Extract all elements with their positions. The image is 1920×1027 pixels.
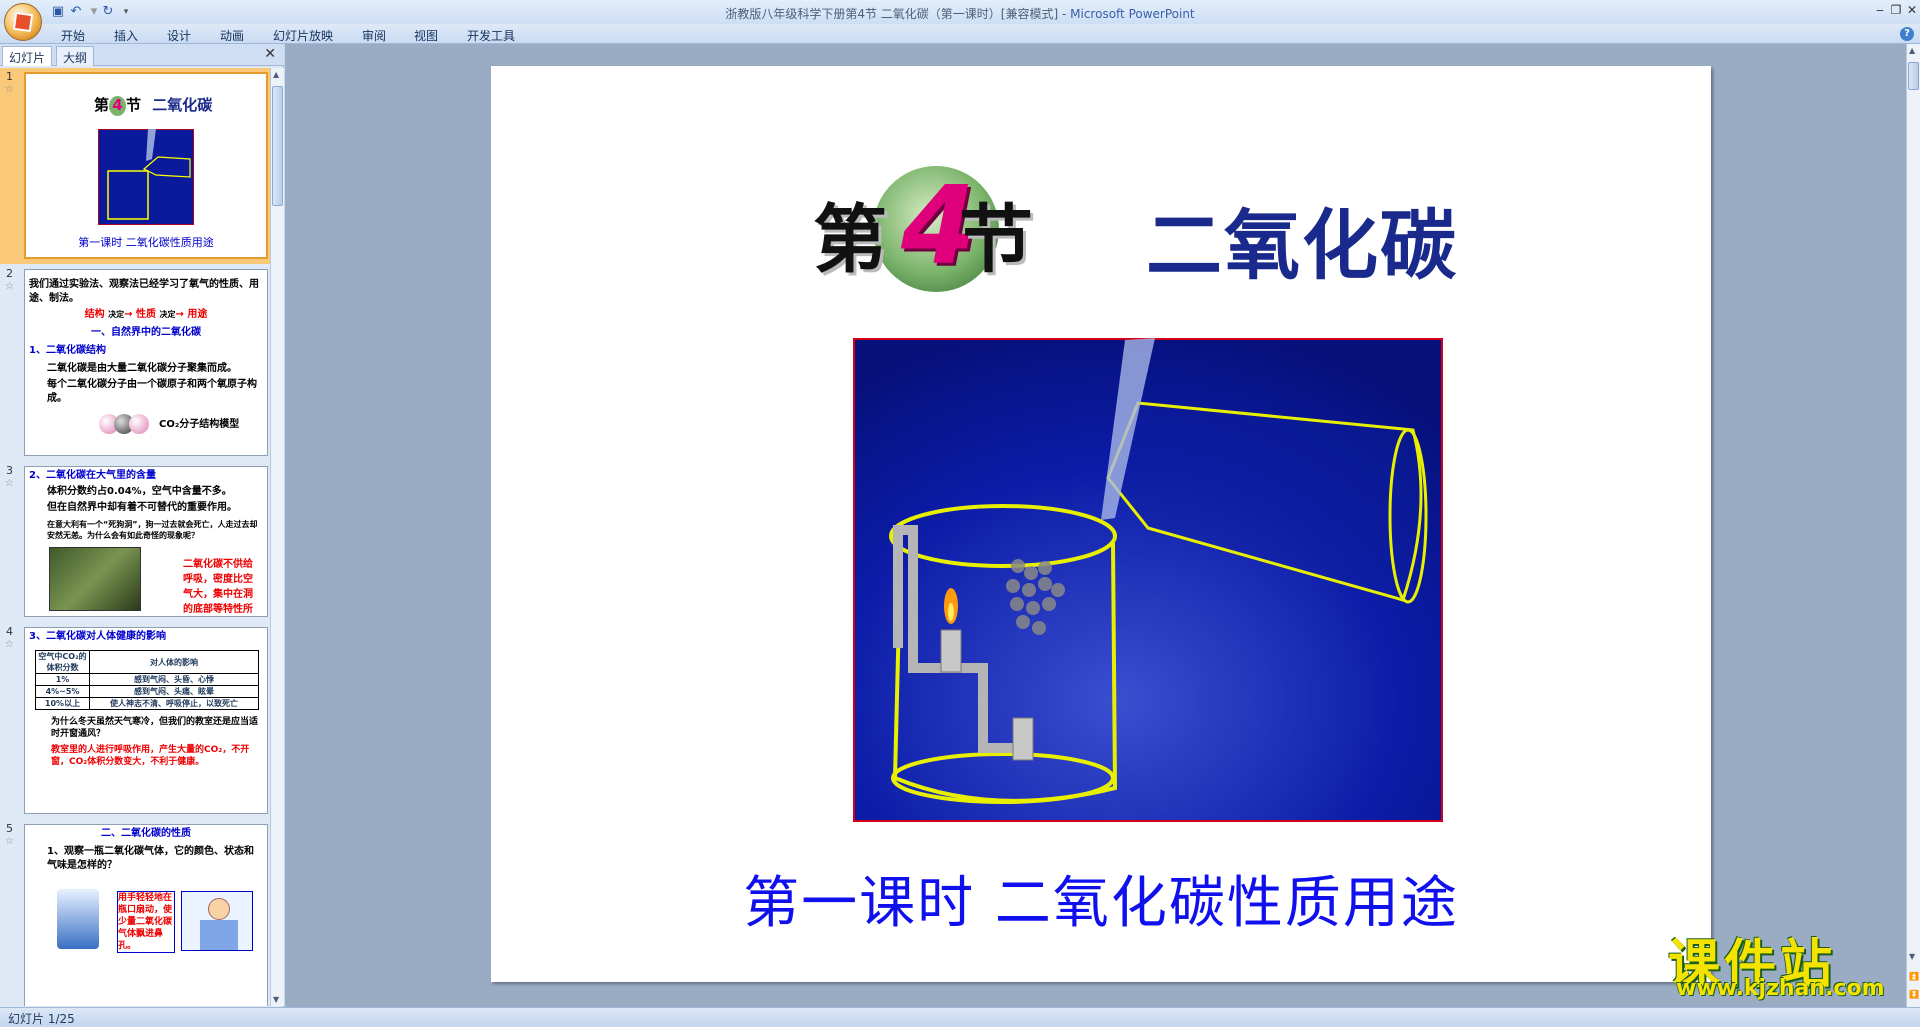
heading-prefix: 第 <box>813 197 887 283</box>
restore-icon[interactable]: ❐ <box>1888 3 1904 17</box>
minimize-icon[interactable]: ‒ <box>1872 3 1888 17</box>
slide-thumb-canvas: 二、二氧化碳的性质 1、观察一瓶二氧化碳气体，它的颜色、状态和气味是怎样的？ 用… <box>24 824 268 1006</box>
tab-insert[interactable]: 插入 <box>114 27 138 44</box>
thumb-answer: 二氧化碳不供给呼吸，密度比空气大，集中在洞的底部等特性所造成 <box>183 559 253 615</box>
thumb-sub: 2、二氧化碳在大气里的含量 <box>29 470 156 481</box>
title-bar: ▣ ↶ ▾ ↻ ▾ 浙教版八年级科学下册第4节 二氧化碳（第一课时）[兼容模式]… <box>0 0 1920 41</box>
help-icon[interactable]: ? <box>1900 27 1914 41</box>
transition-star-icon: ☆ <box>5 281 14 292</box>
slide-thumb-canvas: 第4节 二氧化碳 第一课时 二氧化碳性质用途 <box>24 72 268 259</box>
thumbnail-list: 1 ☆ 第4节 二氧化碳 第一课时 二氧化碳性质用途 2 ☆ 我们通过实验法、观… <box>0 68 270 1006</box>
scroll-up-icon[interactable]: ▲ <box>273 70 279 79</box>
slide-title: 二氧化碳 <box>1146 201 1458 290</box>
slide-thumb-2[interactable]: 2 ☆ 我们通过实验法、观察法已经学习了氧气的性质、用途、制法。 结构 决定→ … <box>0 265 270 461</box>
site-watermark: 课件站 www.kjzhan.com <box>1668 922 1908 1002</box>
heading-suffix: 节 <box>959 197 1033 283</box>
thumb-question: 在意大利有一个“死狗洞”，狗一过去就会死亡，人走过去却安然无恙。为什么会有如此奇… <box>47 520 258 540</box>
scroll-up-icon[interactable]: ▲ <box>1909 46 1915 55</box>
co2-model-image <box>99 414 149 434</box>
panel-scrollbar[interactable]: ▲ ▼ <box>270 68 284 1006</box>
close-panel-icon[interactable]: ✕ <box>264 46 276 62</box>
person-smelling-image <box>181 891 253 951</box>
tab-view[interactable]: 视图 <box>414 27 438 44</box>
watermark-url: www.kjzhan.com <box>1676 976 1885 1001</box>
slide-thumb-1[interactable]: 1 ☆ 第4节 二氧化碳 第一课时 二氧化碳性质用途 <box>0 68 270 264</box>
scroll-down-icon[interactable]: ▼ <box>273 995 279 1004</box>
thumb-sub: 3、二氧化碳对人体健康的影响 <box>29 631 166 642</box>
gas-jar-image <box>57 889 99 949</box>
transition-star-icon: ☆ <box>5 84 14 95</box>
window-title: 浙教版八年级科学下册第4节 二氧化碳（第一课时）[兼容模式] - Microso… <box>725 7 1195 21</box>
slide-number: 2 <box>6 267 13 280</box>
editor-scroll-thumb[interactable] <box>1908 62 1919 90</box>
thumb-section: 一、自然界中的二氧化碳 <box>91 327 201 338</box>
slide-canvas[interactable]: 第 4 节 二氧化碳 第一课时 二氧化碳性质用途 <box>491 66 1711 982</box>
slide-editor: 第 4 节 二氧化碳 第一课时 二氧化碳性质用途 <box>285 44 1906 1007</box>
thumb-section: 二、二氧化碳的性质 <box>101 828 191 839</box>
tab-design[interactable]: 设计 <box>167 27 191 44</box>
thumb-answer: 教室里的人进行呼吸作用，产生大量的CO₂，不开窗，CO₂体积分数变大，不利于健康… <box>51 745 250 767</box>
tab-outline[interactable]: 大纲 <box>56 46 95 66</box>
editor-scrollbar[interactable]: ▲ ▼ ⏫ ⏬ <box>1906 44 1920 1007</box>
thumb-question: 为什么冬天虽然天气寒冷，但我们的教室还是应当适时开窗通风？ <box>51 717 259 739</box>
tab-developer[interactable]: 开发工具 <box>467 27 515 44</box>
thumb-model-label: CO₂分子结构模型 <box>159 419 240 430</box>
thumb-text: 我们通过实验法、观察法已经学习了氧气的性质、用途、制法。 <box>29 279 259 304</box>
tab-animations[interactable]: 动画 <box>220 27 244 44</box>
transition-star-icon: ☆ <box>5 639 14 650</box>
slide-thumb-canvas: 2、二氧化碳在大气里的含量 体积分数约占0.04%，空气中含量不多。 但在自然界… <box>24 466 268 617</box>
slide-thumb-5[interactable]: 5 ☆ 二、二氧化碳的性质 1、观察一瓶二氧化碳气体，它的颜色、状态和气味是怎样… <box>0 820 270 1006</box>
tab-home[interactable]: 开始 <box>61 27 85 44</box>
office-logo-icon <box>12 11 34 33</box>
slide-thumb-canvas: 3、二氧化碳对人体健康的影响 空气中CO₂的体积分数 对人体的影响 1% 感到气闷、… <box>24 627 268 814</box>
panel-scroll-thumb[interactable] <box>272 86 283 206</box>
beaker-experiment-image <box>853 338 1443 822</box>
slide-heading-badge: 第 4 节 <box>811 164 1041 292</box>
tab-slides[interactable]: 幻灯片 <box>2 46 53 66</box>
thumb-question: 1、观察一瓶二氧化碳气体，它的颜色、状态和气味是怎样的？ <box>47 846 254 871</box>
thumb-heading: 第4节 二氧化碳 <box>94 96 213 116</box>
slide-number: 4 <box>6 625 13 638</box>
next-slide-icon[interactable]: ⏬ <box>1909 990 1919 999</box>
thumb-beaker-image <box>98 129 194 225</box>
slide-thumb-4[interactable]: 4 ☆ 3、二氧化碳对人体健康的影响 空气中CO₂的体积分数 对人体的影响 1% 感… <box>0 623 270 819</box>
slide-counter: 幻灯片 1/25 <box>8 1012 75 1026</box>
office-button[interactable] <box>4 3 42 41</box>
tab-slideshow[interactable]: 幻灯片放映 <box>273 27 333 44</box>
status-bar: 幻灯片 1/25 <box>0 1007 1920 1026</box>
thumb-sub: 1、二氧化碳结构 <box>29 345 106 356</box>
thumb-chain: 结构 决定→ 性质 决定→ 用途 <box>84 309 208 320</box>
cave-photo-image <box>49 547 141 611</box>
thumb-tip: 用手轻轻地在瓶口扇动，使少量二氧化碳气体飘进鼻孔。 <box>117 891 175 953</box>
slide-number: 1 <box>6 70 13 83</box>
slides-panel: 幻灯片 大纲 ✕ 1 ☆ 第4节 二氧化碳 第一课时 二氧化碳性质用途 2 ☆ … <box>0 44 284 1007</box>
thumb-text: 每个二氧化碳分子由一个碳原子和两个氧原子构成。 <box>47 379 257 404</box>
scroll-down-icon[interactable]: ▼ <box>1909 952 1915 961</box>
tab-review[interactable]: 审阅 <box>362 27 386 44</box>
thumb-text: 但在自然界中却有着不可替代的重要作用。 <box>47 502 237 513</box>
slide-thumb-canvas: 我们通过实验法、观察法已经学习了氧气的性质、用途、制法。 结构 决定→ 性质 决… <box>24 269 268 456</box>
transition-star-icon: ☆ <box>5 478 14 489</box>
slide-number: 5 <box>6 822 13 835</box>
previous-slide-icon[interactable]: ⏫ <box>1909 972 1919 981</box>
thumb-text: 体积分数约占0.04%，空气中含量不多。 <box>47 486 232 497</box>
slide-subtitle: 第一课时 二氧化碳性质用途 <box>743 871 1459 936</box>
slide-number: 3 <box>6 464 13 477</box>
transition-star-icon: ☆ <box>5 836 14 847</box>
thumb-caption: 第一课时 二氧化碳性质用途 <box>78 236 214 249</box>
thumb-table: 空气中CO₂的体积分数 对人体的影响 1% 感到气闷、头昏、心悸 4%~5% 感到气闷… <box>35 650 259 710</box>
close-icon[interactable]: ✕ <box>1904 3 1920 17</box>
panel-tabs: 幻灯片 大纲 ✕ <box>0 44 284 66</box>
thumb-text: 二氧化碳是由大量二氧化碳分子聚集而成。 <box>47 363 237 374</box>
ribbon-tabs: 开始 插入 设计 动画 幻灯片放映 审阅 视图 开发工具 ? <box>0 24 1920 44</box>
slide-thumb-3[interactable]: 3 ☆ 2、二氧化碳在大气里的含量 体积分数约占0.04%，空气中含量不多。 但… <box>0 462 270 622</box>
